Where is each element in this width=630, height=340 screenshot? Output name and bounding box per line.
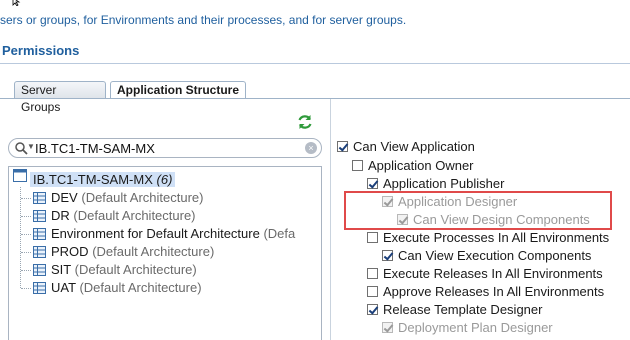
tree-node-meta: (Default Architecture) — [92, 244, 215, 259]
tree-node-dr[interactable]: DR (Default Architecture) — [51, 207, 196, 225]
tree-root-count: (6) — [156, 172, 173, 187]
grid-icon — [33, 264, 46, 276]
permission-checkbox[interactable] — [352, 160, 363, 171]
highlight-box — [344, 191, 612, 230]
tree-connector — [21, 216, 31, 217]
tree-node-meta: (Default Architecture) — [81, 190, 204, 205]
grid-icon — [33, 246, 46, 258]
permission-label: Approve Releases In All Environments — [383, 284, 605, 299]
tab-strip-border — [0, 98, 630, 99]
permission-checkbox[interactable] — [367, 304, 378, 315]
tree-node-uat[interactable]: UAT (Default Architecture) — [51, 279, 202, 297]
tree-node-name: PROD — [51, 244, 89, 259]
tree-connector — [20, 187, 21, 288]
permission-label: Execute Releases In All Environments — [383, 266, 603, 281]
tree-node-meta: (Default Architecture) — [74, 262, 197, 277]
chevron-down-icon[interactable]: ▼ — [27, 142, 35, 151]
tree-connector — [21, 270, 31, 271]
mouse-cursor-icon — [12, 0, 21, 6]
permission-label: Can View Application — [353, 139, 475, 154]
tab-server-groups[interactable]: Server Groups — [14, 81, 106, 114]
section-title: Permissions — [2, 43, 80, 58]
tree-node-name: UAT — [51, 280, 76, 295]
tree-node-name: DR — [51, 208, 70, 223]
tree-connector — [21, 288, 31, 289]
permission-checkbox[interactable] — [337, 141, 348, 152]
clear-search-icon[interactable]: × — [305, 142, 317, 154]
grid-icon — [33, 210, 46, 222]
tree-root-label: IB.TC1-TM-SAM-MX — [33, 172, 153, 187]
tree-connector — [21, 198, 31, 199]
permission-checkbox[interactable] — [367, 268, 378, 279]
tree-node-name: Environment for Default Architecture — [51, 226, 260, 241]
permission-label: Application Owner — [368, 158, 474, 173]
grid-icon — [33, 192, 46, 204]
tree-node-sit[interactable]: SIT (Default Architecture) — [51, 261, 197, 279]
permission-label: Deployment Plan Designer — [398, 320, 553, 335]
permissions-description: sers or groups, for Environments and the… — [0, 13, 407, 27]
tree-root-selection: IB.TC1-TM-SAM-MX (6) — [30, 172, 176, 187]
permission-checkbox[interactable] — [367, 178, 378, 189]
tree-node-prod[interactable]: PROD (Default Architecture) — [51, 243, 214, 261]
permission-label: Can View Execution Components — [398, 248, 592, 263]
tab-label: Application Structure — [117, 83, 240, 97]
divider — [0, 63, 630, 64]
window-icon — [13, 169, 27, 182]
tree-node-meta: (Default Architecture) — [73, 208, 196, 223]
permission-checkbox[interactable] — [382, 322, 393, 333]
grid-icon — [33, 228, 46, 240]
permission-label: Release Template Designer — [383, 302, 543, 317]
pane-divider — [330, 99, 331, 340]
permission-label: Execute Processes In All Environments — [383, 230, 610, 245]
tree-root-node[interactable]: IB.TC1-TM-SAM-MX (6) — [30, 171, 176, 189]
tree-node-name: SIT — [51, 262, 71, 277]
tree-node-dev[interactable]: DEV (Default Architecture) — [51, 189, 203, 207]
tree-node-meta: (Default Architecture) — [79, 280, 202, 295]
tree-node-name: DEV — [51, 190, 78, 205]
permission-checkbox[interactable] — [367, 232, 378, 243]
search-input[interactable] — [35, 140, 295, 156]
application-tree: IB.TC1-TM-SAM-MX (6) DEV (Default Archit… — [8, 166, 322, 340]
search-field[interactable]: ▼ × — [8, 138, 322, 158]
tree-connector — [21, 234, 31, 235]
tree-connector — [21, 252, 31, 253]
refresh-icon[interactable] — [296, 113, 314, 131]
tree-node-environment-default[interactable]: Environment for Default Architecture (De… — [51, 225, 295, 243]
permission-checkbox[interactable] — [382, 250, 393, 261]
permission-checkbox[interactable] — [367, 286, 378, 297]
grid-icon — [33, 282, 46, 294]
search-icon — [15, 142, 28, 155]
tree-node-meta: (Defa — [263, 226, 296, 241]
tab-application-structure[interactable]: Application Structure — [110, 81, 246, 99]
